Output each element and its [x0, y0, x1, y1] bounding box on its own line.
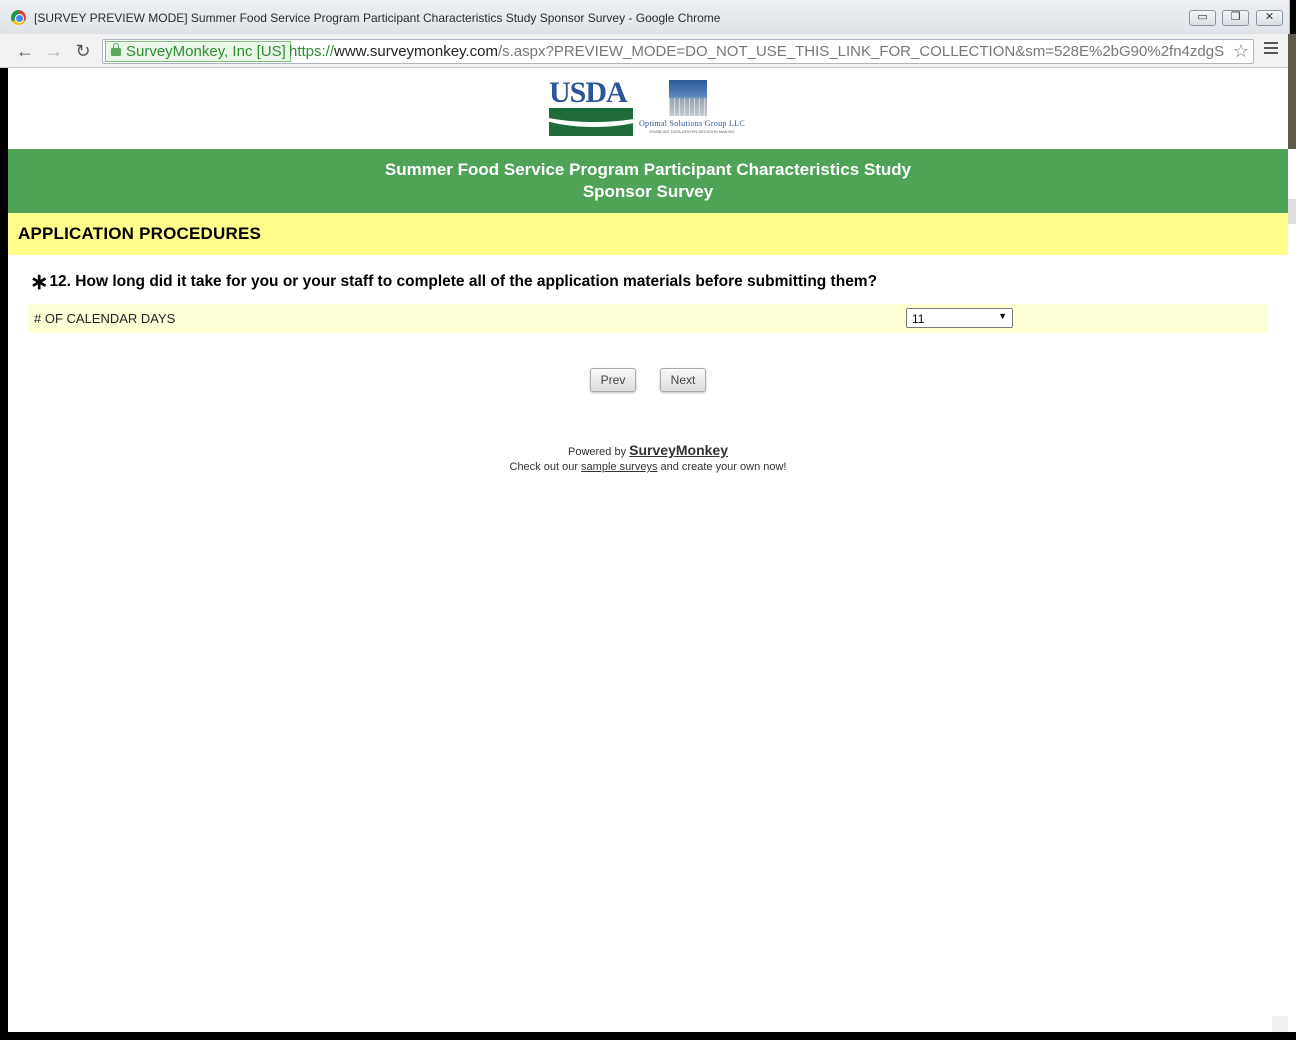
checkout-prefix: Check out our	[509, 461, 582, 473]
restore-button[interactable]: ❐	[1222, 10, 1249, 26]
next-button[interactable]: Next	[660, 368, 706, 392]
checkout-text: Check out our sample surveys and create …	[8, 461, 1288, 473]
window-title: [SURVEY PREVIEW MODE] Summer Food Servic…	[34, 11, 721, 25]
usda-logo-text: USDA	[549, 76, 628, 109]
question-text: ∗12. How long did it take for you or you…	[30, 269, 877, 295]
url-scheme: https://	[289, 43, 335, 60]
section-title: APPLICATION PROCEDURES	[18, 224, 262, 243]
chrome-icon	[11, 10, 26, 25]
url-host: www.surveymonkey.com	[334, 43, 498, 60]
url-text[interactable]: https://www.surveymonkey.com/s.aspx?PREV…	[289, 43, 1224, 60]
reload-button[interactable]: ↻	[72, 40, 94, 62]
answer-row: # OF CALENDAR DAYS 11 ▼	[28, 304, 1268, 333]
required-asterisk-icon: ∗	[30, 269, 49, 294]
survey-subtitle: Sponsor Survey	[582, 182, 714, 201]
checkout-suffix: and create your own now!	[657, 461, 787, 473]
bookmark-star-icon[interactable]: ☆	[1233, 41, 1249, 62]
powered-by: Powered by SurveyMonkey	[8, 442, 1288, 458]
answer-row-label: # OF CALENDAR DAYS	[34, 311, 176, 326]
close-button[interactable]: ✕	[1256, 10, 1283, 26]
usda-logo: USDA	[549, 78, 633, 136]
back-button[interactable]: ←	[14, 40, 36, 62]
background-window-edge	[1288, 34, 1296, 1040]
browser-window: [SURVEY PREVIEW MODE] Summer Food Servic…	[0, 0, 1296, 1040]
prev-button[interactable]: Prev	[590, 368, 636, 392]
browser-toolbar: ← → ↻ SurveyMonkey, Inc [US] https://www…	[0, 34, 1290, 68]
page-viewport: USDA Optimal Solutions Group LLC ENABLIN…	[8, 68, 1288, 1032]
ev-label: SurveyMonkey, Inc [US]	[126, 43, 286, 60]
survey-title-banner: Summer Food Service Program Participant …	[8, 149, 1288, 213]
calendar-days-select[interactable]: 11 ▼	[906, 308, 1013, 328]
lock-icon	[111, 43, 121, 56]
forward-button[interactable]: →	[43, 40, 65, 62]
optimal-solutions-logo: Optimal Solutions Group LLC ENABLING DAT…	[636, 78, 748, 136]
background-window-fragment	[1288, 199, 1296, 224]
optimal-solutions-mark	[669, 80, 707, 116]
optimal-solutions-name: Optimal Solutions Group LLC	[638, 119, 746, 128]
surveymonkey-link[interactable]: SurveyMonkey	[629, 442, 728, 458]
sample-surveys-link[interactable]: sample surveys	[581, 461, 657, 473]
section-header: APPLICATION PROCEDURES	[8, 213, 1288, 255]
logo-header: USDA Optimal Solutions Group LLC ENABLIN…	[8, 68, 1288, 149]
survey-title: Summer Food Service Program Participant …	[384, 160, 912, 179]
ev-certificate-badge[interactable]: SurveyMonkey, Inc [US]	[105, 41, 291, 62]
chrome-menu-icon[interactable]	[1264, 42, 1278, 58]
chevron-down-icon: ▼	[998, 311, 1007, 321]
address-bar[interactable]: SurveyMonkey, Inc [US] https://www.surve…	[102, 39, 1254, 64]
powered-by-prefix: Powered by	[568, 446, 630, 458]
bottom-edge	[0, 1032, 1296, 1040]
usda-field-graphic	[549, 108, 633, 136]
background-window-dark	[1288, 34, 1296, 149]
selected-value: 11	[912, 312, 925, 326]
scroll-corner	[1272, 1016, 1288, 1032]
question-label: 12. How long did it take for you or your…	[49, 273, 878, 290]
minimize-button[interactable]: ▭	[1189, 10, 1216, 26]
url-path: /s.aspx?PREVIEW_MODE=DO_NOT_USE_THIS_LIN…	[497, 43, 1225, 60]
title-bar: [SURVEY PREVIEW MODE] Summer Food Servic…	[0, 0, 1290, 34]
optimal-solutions-tagline: ENABLING DATA-DRIVEN DECISION MAKING	[649, 129, 735, 134]
